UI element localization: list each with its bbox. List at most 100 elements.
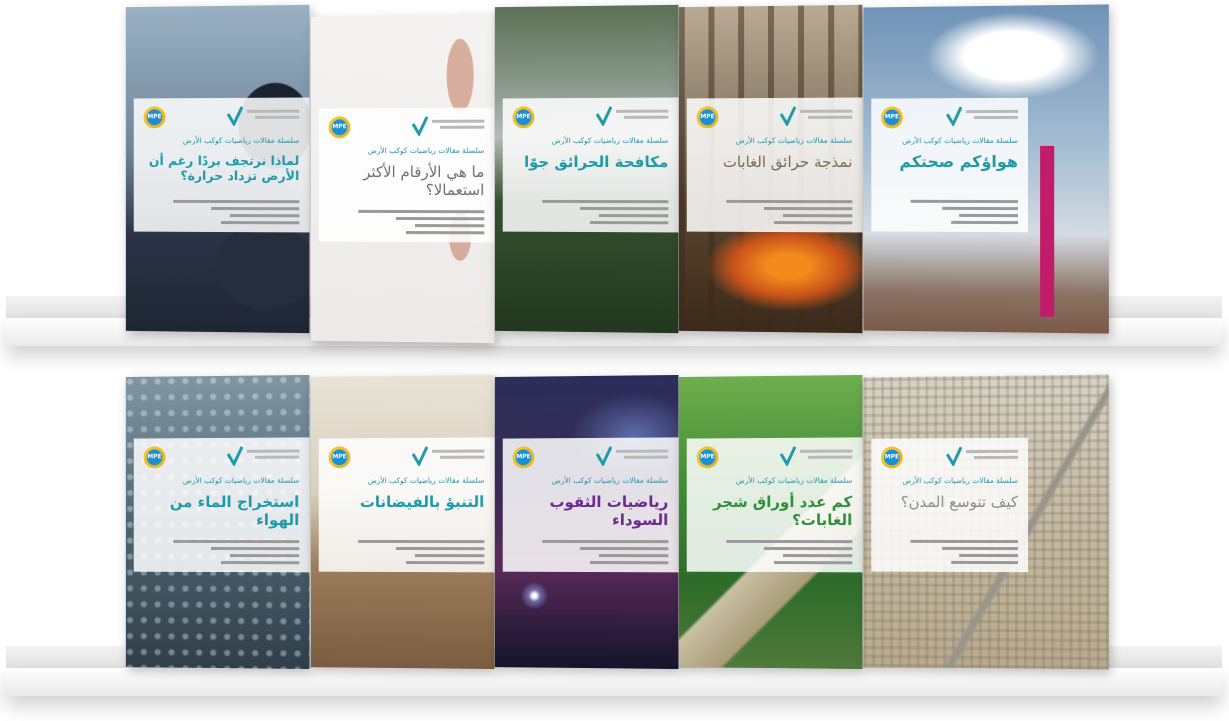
checkmark-logo-icon — [596, 106, 612, 126]
cover-panel: MPE سلسلة مقالات رياضيات كوكب الأرض كم ع… — [686, 437, 863, 573]
checkmark-logo-icon — [946, 106, 962, 126]
cover-panel: MPE سلسلة مقالات رياضيات كوكب الأرض استخ… — [133, 437, 310, 573]
logo-text-line — [799, 449, 853, 453]
logo-text-line — [966, 109, 1019, 114]
book-title: ما هي الأرقام الأكثر استعمالا؟ — [363, 162, 485, 200]
cover-panel: MPE سلسلة مقالات رياضيات كوكب الأرض لماذ… — [133, 97, 310, 233]
logo-text-line — [974, 115, 1019, 120]
lower-shelf-front — [6, 668, 1222, 696]
logo-row: MPE — [696, 106, 853, 131]
book-cover-forest-leaves[interactable]: MPE سلسلة مقالات رياضيات كوكب الأرض كم ع… — [678, 374, 863, 670]
mpe-logo-icon: MPE — [881, 106, 903, 129]
logo-text-line — [808, 455, 853, 459]
book-cover-forest-fire-modelling[interactable]: MPE سلسلة مقالات رياضيات كوكب الأرض نمذج… — [678, 4, 863, 334]
series-label: سلسلة مقالات رياضيات كوكب الأرض — [551, 135, 669, 146]
credits-block — [910, 536, 1019, 565]
mpe-logo-icon: MPE — [328, 446, 351, 469]
logo-row: MPE — [143, 106, 300, 131]
logo-text-line — [431, 449, 485, 453]
credits-block — [358, 536, 485, 565]
series-label: سلسلة مقالات رياضيات كوكب الأرض — [367, 475, 485, 486]
cover-panel: MPE سلسلة مقالات رياضيات كوكب الأرض رياض… — [502, 437, 679, 573]
book-cover-flood-prediction[interactable]: MPE سلسلة مقالات رياضيات كوكب الأرض التن… — [310, 374, 495, 670]
book-title: لماذا نرتجف بردًا رغم أن الأرض تزداد حرا… — [148, 152, 300, 184]
checkmark-logo-icon — [411, 445, 428, 466]
mpe-logo-icon: MPE — [881, 446, 903, 469]
cover-panel: MPE سلسلة مقالات رياضيات كوكب الأرض نمذج… — [686, 97, 863, 233]
mpe-logo-icon: MPE — [143, 446, 166, 469]
series-label: سلسلة مقالات رياضيات كوكب الأرض — [902, 475, 1019, 486]
series-label: سلسلة مقالات رياضيات كوكب الأرض — [735, 475, 853, 486]
credits-block — [726, 536, 853, 565]
logo-row: MPE — [696, 446, 853, 471]
logo-row: MPE — [328, 116, 485, 141]
logo-row: MPE — [881, 106, 1019, 130]
logo-text-line — [974, 455, 1019, 460]
series-label: سلسلة مقالات رياضيات كوكب الأرض — [735, 135, 853, 146]
book-title: هواؤكم صحتكم — [899, 151, 1019, 172]
credits-block — [173, 536, 300, 565]
book-cover-numbers[interactable]: MPE سلسلة مقالات رياضيات كوكب الأرض ما ه… — [310, 14, 495, 344]
series-label: سلسلة مقالات رياضيات كوكب الأرض — [182, 475, 300, 486]
logo-row: MPE — [881, 446, 1019, 471]
checkmark-logo-icon — [780, 446, 796, 466]
book-cover-air-health[interactable]: MPE سلسلة مقالات رياضيات كوكب الأرض هواؤ… — [863, 4, 1109, 334]
checkmark-logo-icon — [226, 106, 243, 126]
mpe-logo-icon: MPE — [143, 106, 166, 129]
credits-block — [173, 196, 300, 225]
logo-text-line — [808, 115, 853, 119]
logo-row: MPE — [512, 106, 669, 131]
book-title: التنبؤ بالفيضانات — [359, 492, 485, 512]
cover-panel: MPE سلسلة مقالات رياضيات كوكب الأرض مكاف… — [502, 97, 679, 233]
credits-block — [542, 536, 669, 565]
credits-block — [542, 196, 669, 225]
book-cover-water-from-air[interactable]: MPE سلسلة مقالات رياضيات كوكب الأرض استخ… — [125, 374, 310, 670]
checkmark-logo-icon — [226, 445, 243, 466]
book-title: كيف تتوسع المدن؟ — [900, 492, 1019, 512]
book-cover-shivering[interactable]: MPE سلسلة مقالات رياضيات كوكب الأرض لماذ… — [125, 4, 310, 334]
cover-panel: MPE سلسلة مقالات رياضيات كوكب الأرض كيف … — [871, 437, 1029, 573]
logo-text-line — [431, 119, 485, 123]
book-title: نمذجة حرائق الغابات — [722, 152, 853, 172]
logo-text-line — [255, 115, 300, 119]
mpe-logo-icon: MPE — [512, 106, 535, 129]
credits-block — [358, 206, 485, 235]
logo-text-line — [624, 115, 669, 119]
mpe-logo-icon: MPE — [696, 446, 719, 469]
series-label: سلسلة مقالات رياضيات كوكب الأرض — [551, 475, 669, 486]
logo-row: MPE — [328, 445, 485, 471]
book-title: كم عدد أوراق شجر الغابات؟ — [713, 492, 853, 530]
series-label: سلسلة مقالات رياضيات كوكب الأرض — [367, 145, 485, 156]
logo-text-line — [440, 125, 485, 129]
checkmark-logo-icon — [780, 106, 796, 126]
logo-row: MPE — [512, 446, 669, 471]
checkmark-logo-icon — [411, 116, 428, 136]
logo-text-line — [246, 109, 300, 113]
mpe-logo-icon: MPE — [328, 116, 351, 139]
logo-text-line — [624, 455, 669, 459]
logo-text-line — [966, 449, 1019, 454]
book-title: مكافحة الحرائق جوًا — [524, 152, 669, 172]
logo-text-line — [615, 109, 669, 113]
mpe-logo-icon: MPE — [696, 106, 719, 129]
logo-row: MPE — [143, 445, 300, 471]
credits-block — [910, 196, 1019, 225]
mpe-logo-icon: MPE — [512, 446, 535, 469]
series-label: سلسلة مقالات رياضيات كوكب الأرض — [182, 135, 300, 146]
cover-panel: MPE سلسلة مقالات رياضيات كوكب الأرض هواؤ… — [871, 97, 1029, 233]
credits-block — [726, 196, 853, 225]
book-cover-urban-expansion[interactable]: MPE سلسلة مقالات رياضيات كوكب الأرض كيف … — [863, 374, 1109, 670]
book-title: رياضيات الثقوب السوداء — [549, 492, 669, 530]
logo-text-line — [440, 455, 485, 459]
book-cover-black-holes[interactable]: MPE سلسلة مقالات رياضيات كوكب الأرض رياض… — [494, 374, 679, 670]
checkmark-logo-icon — [596, 446, 612, 466]
logo-text-line — [246, 449, 300, 453]
checkmark-logo-icon — [946, 446, 962, 466]
book-title: استخراج الماء من الهواء — [169, 492, 300, 530]
cover-panel: MPE سلسلة مقالات رياضيات كوكب الأرض التن… — [318, 437, 495, 573]
book-cover-aerial-firefighting[interactable]: MPE سلسلة مقالات رياضيات كوكب الأرض مكاف… — [494, 4, 679, 334]
logo-text-line — [255, 455, 300, 459]
logo-text-line — [615, 449, 669, 453]
logo-text-line — [799, 109, 853, 113]
series-label: سلسلة مقالات رياضيات كوكب الأرض — [902, 135, 1019, 146]
